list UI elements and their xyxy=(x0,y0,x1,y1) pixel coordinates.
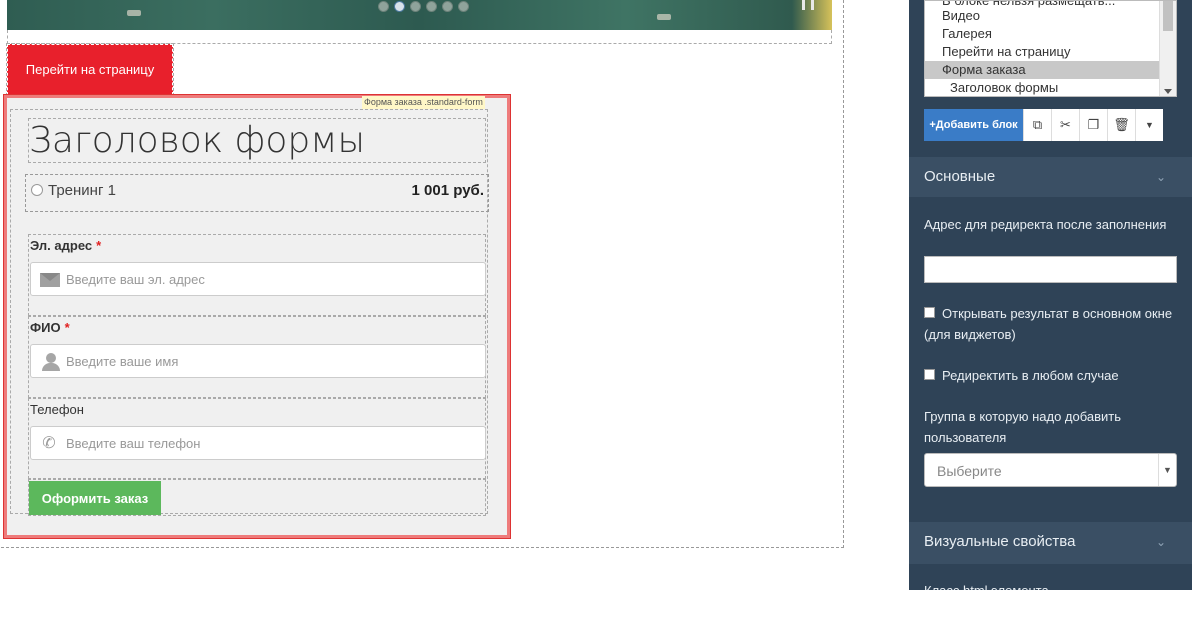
phone-field[interactable]: ✆ Введите ваш телефон xyxy=(30,426,486,460)
product-option[interactable]: Тренинг 1 1 001 руб. xyxy=(25,174,489,212)
email-label: Эл. адрес xyxy=(30,238,93,253)
redirect-label: Адрес для редиректа после заполнения xyxy=(924,217,1167,232)
block-toolbar: +Добавить блок ⧉ ✂ ❐ 🗑 ▼ xyxy=(924,109,1163,141)
product-name: Тренинг 1 xyxy=(48,182,116,199)
name-field-block: ФИО * Введите ваше имя xyxy=(28,316,486,398)
copy-icon[interactable]: ⧉ xyxy=(1023,109,1051,141)
form-title[interactable]: Заголовок формы xyxy=(28,118,486,163)
user-icon xyxy=(42,353,60,371)
scrollbar-thumb[interactable] xyxy=(1163,1,1173,31)
phone-field-block: Телефон ✆ Введите ваш телефон xyxy=(28,398,486,479)
slider-dots xyxy=(378,1,469,12)
product-price: 1 001 руб. xyxy=(411,182,484,199)
scroll-down-icon[interactable] xyxy=(1164,89,1172,94)
envelope-icon xyxy=(40,273,60,287)
dropdown-caret-icon[interactable]: ▼ xyxy=(1135,109,1163,141)
trash-icon[interactable]: 🗑 xyxy=(1107,109,1135,141)
phone-placeholder: Введите ваш телефон xyxy=(66,436,201,451)
chevron-down-icon[interactable]: ▼ xyxy=(1158,454,1176,486)
section-basic-title: Основные xyxy=(924,168,996,185)
slider-dot[interactable] xyxy=(410,1,421,12)
group-select-value: Выберите xyxy=(937,463,1002,479)
phone-icon: ✆ xyxy=(42,435,56,452)
name-label: ФИО xyxy=(30,320,61,335)
order-submit-button[interactable]: Оформить заказ xyxy=(29,481,161,515)
slider-dot[interactable] xyxy=(442,1,453,12)
html-class-label: Класс html элемента xyxy=(924,582,1049,590)
always-redirect-label: Редиректить в любом случае xyxy=(942,368,1119,383)
slider-dot[interactable] xyxy=(458,1,469,12)
slider-dot[interactable] xyxy=(426,1,437,12)
section-basic-header[interactable]: Основные ⌄ xyxy=(909,157,1192,197)
open-result-label: Открывать результат в основном окне (для… xyxy=(924,306,1173,342)
slider-image-detail xyxy=(657,14,671,20)
section-visual-header[interactable]: Визуальные свойства ⌄ xyxy=(909,522,1192,564)
chevron-down-icon[interactable]: ⌄ xyxy=(1156,522,1166,562)
pause-icon[interactable] xyxy=(802,0,814,10)
email-field[interactable]: Введите ваш эл. адрес xyxy=(30,262,486,296)
group-label: Группа в которую надо добавить пользоват… xyxy=(924,409,1122,445)
tree-item-goto-page[interactable]: Перейти на страницу xyxy=(925,43,1160,61)
chevron-down-icon[interactable]: ⌄ xyxy=(1156,157,1166,197)
email-placeholder: Введите ваш эл. адрес xyxy=(66,272,205,287)
hero-block-outline xyxy=(7,30,832,44)
tree-item-form-title[interactable]: Заголовок формы xyxy=(925,79,1160,96)
product-radio[interactable] xyxy=(31,184,43,196)
slider-dot-active[interactable] xyxy=(394,1,405,12)
add-block-button[interactable]: +Добавить блок xyxy=(924,109,1023,141)
tree-item-order-form[interactable]: Форма заказа xyxy=(925,61,1160,79)
required-marker: * xyxy=(64,320,70,335)
redirect-url-input[interactable] xyxy=(924,256,1177,283)
hero-slider[interactable] xyxy=(7,0,832,30)
paste-icon[interactable]: ❐ xyxy=(1079,109,1107,141)
block-tree[interactable]: В блоке нельзя размещать... Видео Галере… xyxy=(924,0,1177,97)
name-placeholder: Введите ваше имя xyxy=(66,354,179,369)
slider-image-detail xyxy=(127,10,141,16)
goto-page-button[interactable]: Перейти на страницу xyxy=(6,43,174,96)
name-field[interactable]: Введите ваше имя xyxy=(30,344,486,378)
always-redirect-checkbox[interactable] xyxy=(924,369,935,380)
required-marker: * xyxy=(96,238,102,253)
group-select[interactable]: Выберите ▼ xyxy=(924,453,1177,487)
tree-item-video[interactable]: Видео xyxy=(925,7,1160,25)
scissors-icon[interactable]: ✂ xyxy=(1051,109,1079,141)
phone-label: Телефон xyxy=(30,402,84,417)
section-visual-title: Визуальные свойства xyxy=(924,533,1076,550)
slider-dot[interactable] xyxy=(378,1,389,12)
block-tag-label: Форма заказа .standard-form xyxy=(364,97,483,107)
tree-scrollbar[interactable] xyxy=(1159,1,1176,96)
email-field-block: Эл. адрес * Введите ваш эл. адрес xyxy=(28,234,486,316)
tree-item-gallery[interactable]: Галерея xyxy=(925,25,1160,43)
block-tag: Форма заказа .standard-form xyxy=(362,96,485,109)
